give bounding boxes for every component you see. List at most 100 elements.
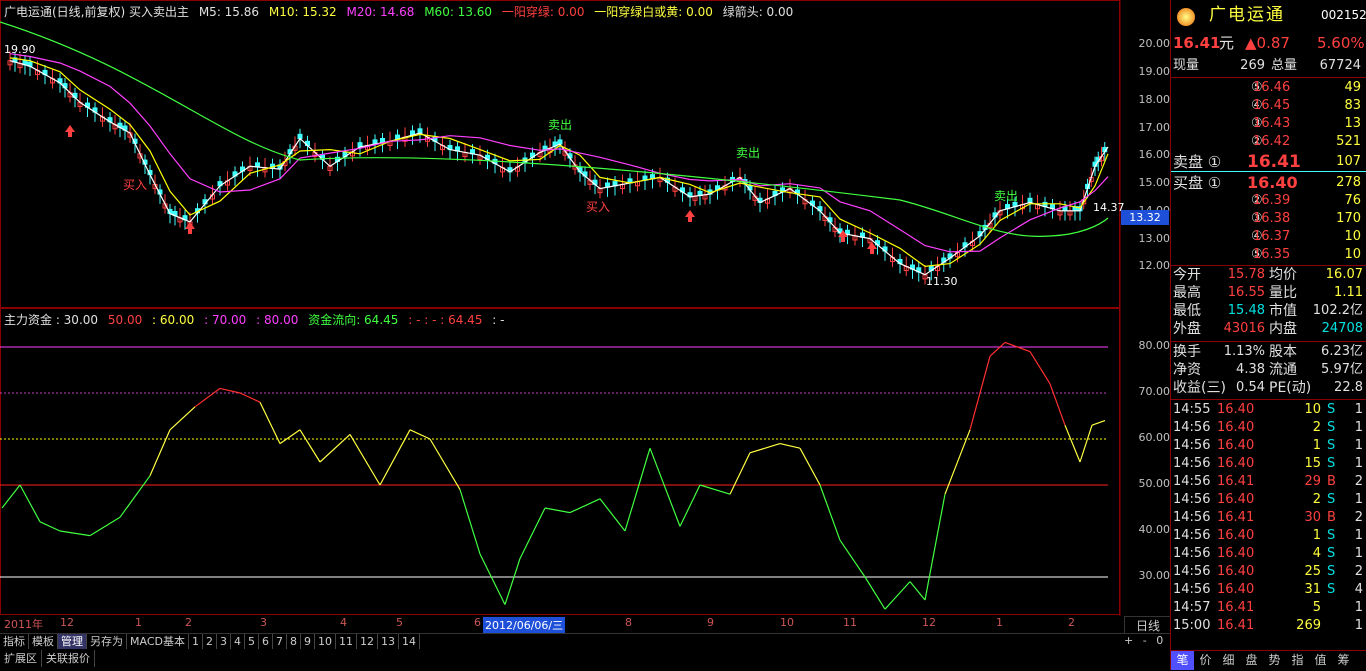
divider — [1171, 77, 1366, 78]
fund-flow-segment — [379, 429, 411, 486]
toolbar-tab[interactable]: 6 — [259, 634, 273, 649]
fund-flow-segment — [1029, 351, 1051, 385]
sell-label-3: 卖出 — [994, 189, 1019, 203]
quote-tab[interactable]: 势 — [1263, 651, 1286, 670]
tick-count: 1 — [1354, 492, 1363, 507]
fund-flow-segment — [19, 484, 41, 523]
ask-volume: 83 — [1344, 98, 1361, 113]
last-price: 16.41 — [1173, 34, 1221, 52]
tick-count: 1 — [1354, 618, 1363, 633]
tick-volume: 25 — [1304, 564, 1321, 579]
ind-name: 主力资金 : 30.00 — [4, 313, 99, 327]
tick-price: 16.41 — [1217, 618, 1255, 633]
fund-flow-segment — [819, 484, 841, 541]
toolbar-tab[interactable]: 2 — [203, 634, 217, 649]
tick-count: 1 — [1354, 402, 1363, 417]
ask-price: 16.46 — [1253, 80, 1291, 95]
toolbar-tab[interactable]: 9 — [301, 634, 315, 649]
fund-flow-segment — [729, 452, 751, 495]
tick-side: S — [1327, 492, 1336, 507]
buy-arrow-icon — [185, 222, 195, 234]
toolbar-tab-2[interactable]: 关联报价 — [42, 650, 95, 667]
toolbar-tab[interactable]: 13 — [378, 634, 399, 649]
tick-side: S — [1327, 456, 1336, 471]
zoom-reset-button[interactable]: 0 — [1156, 634, 1163, 647]
zoom-out-button[interactable]: - — [1143, 634, 1147, 647]
toolbar-tab[interactable]: 10 — [315, 634, 336, 649]
fund-flow-segment — [149, 429, 171, 477]
fund-flow-segment — [169, 406, 196, 431]
stat-value: 43016 — [1223, 321, 1265, 336]
toolbar-tab-2[interactable]: 扩展区 — [0, 650, 42, 667]
fund-flow-segment — [349, 434, 381, 486]
ma60-value: M60: 13.60 — [424, 5, 493, 19]
signal-3: 绿箭头: 0.00 — [722, 5, 794, 19]
ma10-value: M10: 15.32 — [268, 5, 337, 19]
divider — [1171, 399, 1366, 400]
price-unit: 元 — [1219, 34, 1235, 52]
ma5-value: M5: 15.86 — [198, 5, 260, 19]
price-axis-tick: 18.00 — [1138, 93, 1171, 106]
kline-chart-area[interactable]: 广电运通(日线,前复权) 买入卖出主 M5: 15.86 M10: 15.32 … — [0, 0, 1125, 616]
stock-code: 002152 — [1321, 8, 1366, 22]
stat-value: 16.55 — [1227, 285, 1265, 300]
kline-svg[interactable] — [0, 0, 1170, 616]
stat-label: 流通 — [1269, 362, 1297, 378]
toolbar-tab[interactable]: 14 — [399, 634, 420, 649]
zoom-buttons: + - 0 — [1124, 634, 1170, 647]
tick-volume: 1 — [1312, 528, 1321, 543]
volume-row: 现量 269 总量 67724 — [1171, 57, 1366, 75]
fund-flow-segment — [749, 443, 781, 454]
date-axis-label: 6 — [474, 616, 481, 629]
toolbar-tab[interactable]: 1 — [189, 634, 203, 649]
quote-tab[interactable]: 筹 — [1332, 651, 1355, 670]
stat-value: 5.97亿 — [1321, 362, 1363, 377]
ask-volume: 13 — [1344, 116, 1361, 131]
main-chart-header: 广电运通(日线,前复权) 买入卖出主 M5: 15.86 M10: 15.32 … — [4, 3, 799, 20]
fund-flow-segment — [1, 484, 21, 509]
stat-value: 0.54 — [1236, 380, 1265, 395]
buy-arrow-icon — [685, 210, 695, 222]
toolbar-tab[interactable]: 模板 — [29, 634, 58, 649]
toolbar-tab[interactable]: 另存为 — [87, 634, 127, 649]
quote-row: 14:56 16.40 15 S 1 — [1171, 455, 1366, 473]
quote-tab[interactable]: 细 — [1217, 651, 1240, 670]
tick-volume: 1 — [1312, 438, 1321, 453]
toolbar-tab[interactable]: 12 — [357, 634, 378, 649]
ma5-line — [9, 60, 1109, 276]
fund-flow-segment — [599, 498, 626, 532]
toolbar-tab[interactable]: 5 — [245, 634, 259, 649]
tick-time: 15:00 — [1173, 618, 1211, 633]
stat-label: 换手 — [1173, 344, 1201, 360]
ask-volume: 521 — [1336, 134, 1361, 149]
bottom-toolbar: 指标 模板 管理 另存为 MACD基本 1 2 3 4 5 6 7 8 9 10 11 12 13 14 — [0, 633, 1170, 650]
bid-price: 16.35 — [1253, 247, 1291, 262]
tick-side: B — [1327, 510, 1336, 525]
toolbar-tab[interactable]: 4 — [231, 634, 245, 649]
stat-label: 市值 — [1269, 303, 1297, 319]
zoom-in-button[interactable]: + — [1124, 634, 1133, 647]
tick-price: 16.41 — [1217, 474, 1255, 489]
toolbar-tab[interactable]: 7 — [273, 634, 287, 649]
toolbar-tab[interactable]: 管理 — [58, 634, 87, 649]
quote-tab[interactable]: 笔 — [1171, 651, 1194, 670]
quote-tab[interactable]: 值 — [1309, 651, 1332, 670]
toolbar-tab[interactable]: MACD基本 — [127, 634, 189, 649]
fund-flow-segment — [239, 392, 261, 403]
ma10-line — [9, 57, 1109, 268]
stat-label: 净资 — [1173, 362, 1201, 378]
quote-tab[interactable]: 指 — [1286, 651, 1309, 670]
toolbar-tab[interactable]: 11 — [336, 634, 357, 649]
quote-tab[interactable]: 价 — [1194, 651, 1217, 670]
indicator-panel-frame — [0, 308, 1120, 615]
toolbar-tab[interactable]: 8 — [287, 634, 301, 649]
fund-flow-segment — [89, 516, 121, 537]
toolbar-tab[interactable]: 指标 — [0, 634, 29, 649]
tick-side: S — [1327, 582, 1336, 597]
quote-tab[interactable]: 盘 — [1240, 651, 1263, 670]
toolbar-tab[interactable]: 3 — [217, 634, 231, 649]
bid-price: 16.38 — [1253, 211, 1291, 226]
quote-row: 买盘 ① 16.40 278 — [1171, 174, 1366, 193]
candle-body — [1027, 197, 1033, 203]
fund-flow-segment — [194, 387, 221, 408]
